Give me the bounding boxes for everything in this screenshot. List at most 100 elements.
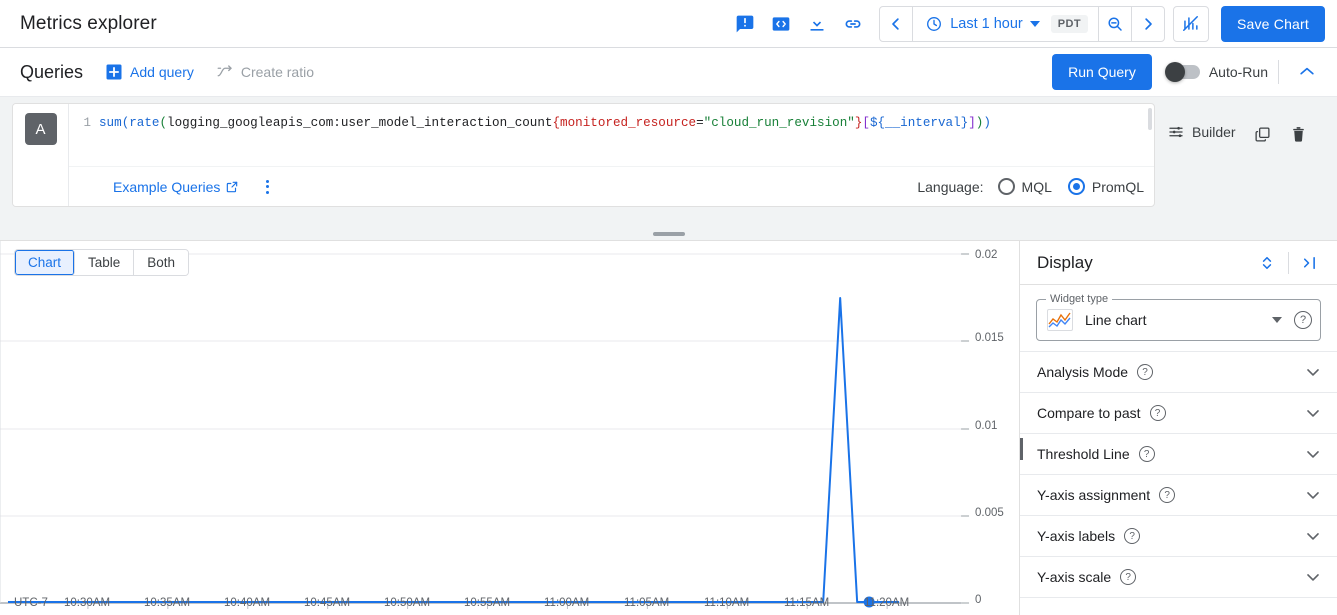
tune-icon <box>1167 123 1185 141</box>
add-query-button[interactable]: Add query <box>105 63 194 81</box>
token-label-value: "cloud_run_revision" <box>704 116 855 130</box>
compare-to-past-chevron-down-icon[interactable] <box>1303 403 1323 423</box>
builder-button[interactable]: Builder <box>1161 119 1242 145</box>
link-icon[interactable] <box>835 6 871 42</box>
code-scrollbar[interactable] <box>1148 108 1152 130</box>
zoom-out-button[interactable] <box>1099 7 1131 41</box>
tab-chart[interactable]: Chart <box>15 250 75 275</box>
add-query-label: Add query <box>130 64 194 80</box>
auto-run-control[interactable]: Auto-Run <box>1166 64 1268 80</box>
line-chart-thumbnail-icon <box>1047 309 1073 331</box>
time-range-control: Last 1 hour PDT <box>879 6 1165 42</box>
display-sections-bottom-border <box>1020 597 1337 598</box>
feedback-icon[interactable] <box>727 6 763 42</box>
compare-to-past-help-icon[interactable]: ? <box>1150 405 1166 421</box>
auto-run-toggle[interactable] <box>1166 65 1200 79</box>
language-option-mql[interactable]: MQL <box>998 178 1052 195</box>
chart-svg[interactable] <box>0 241 1019 615</box>
queries-toolbar: Queries Add query Create ratio Run Query… <box>0 48 1337 97</box>
token-paren-2: ( <box>159 116 167 130</box>
promql-expression[interactable]: sum(rate(logging_googleapis_com:user_mod… <box>99 114 1154 166</box>
section-compare-to-past[interactable]: Compare to past ? <box>1020 392 1337 433</box>
time-range-label: Last 1 hour <box>950 16 1023 32</box>
language-selector: Language: MQL PromQL <box>917 178 1144 195</box>
token-sum: sum <box>99 116 122 130</box>
create-ratio-button[interactable]: Create ratio <box>216 63 314 81</box>
section-y-axis-assignment-label: Y-axis assignment <box>1037 487 1150 503</box>
kebab-dot-2 <box>266 185 269 188</box>
query-more-options-icon[interactable] <box>253 173 281 201</box>
token-rate: rate <box>129 116 159 130</box>
plus-square-icon <box>105 63 123 81</box>
tab-both[interactable]: Both <box>134 250 188 275</box>
code-icon[interactable] <box>763 6 799 42</box>
chevron-down-icon <box>1030 21 1040 27</box>
token-equals: = <box>696 116 704 130</box>
y-axis-labels-chevron-down-icon[interactable] <box>1303 526 1323 546</box>
section-threshold-line[interactable]: Threshold Line ? <box>1020 433 1337 474</box>
tab-table[interactable]: Table <box>75 250 134 275</box>
widget-type-help-icon[interactable]: ? <box>1294 311 1312 329</box>
section-y-axis-scale[interactable]: Y-axis scale ? <box>1020 556 1337 597</box>
y-axis-scale-help-icon[interactable]: ? <box>1120 569 1136 585</box>
token-bracket-open: [ <box>862 116 870 130</box>
y-axis-assignment-help-icon[interactable]: ? <box>1159 487 1175 503</box>
example-queries-link[interactable]: Example Queries <box>113 179 239 195</box>
threshold-line-chevron-down-icon[interactable] <box>1303 444 1323 464</box>
example-queries-label: Example Queries <box>113 179 220 195</box>
display-sections: Analysis Mode ? Compare to past ? Thresh… <box>1020 351 1337 598</box>
chart-data-point[interactable] <box>864 597 875 608</box>
toolbar-divider <box>1278 60 1279 84</box>
widget-type-chevron-down-icon[interactable] <box>1272 317 1282 323</box>
token-metric-name: logging_googleapis_com:user_model_intera… <box>167 116 552 130</box>
chart-pane: Chart Table Both <box>0 241 1020 615</box>
y-axis-scale-chevron-down-icon[interactable] <box>1303 567 1323 587</box>
display-panel: Display Widget type Line chart <box>1020 241 1337 615</box>
duplicate-query-icon[interactable] <box>1248 119 1278 149</box>
time-previous-button[interactable] <box>880 7 912 41</box>
widget-type-select[interactable]: Widget type Line chart ? <box>1036 299 1321 341</box>
y-axis-assignment-chevron-down-icon[interactable] <box>1303 485 1323 505</box>
analysis-mode-help-icon[interactable]: ? <box>1137 364 1153 380</box>
query-editor-main: 1 sum(rate(logging_googleapis_com:user_m… <box>69 104 1154 206</box>
section-analysis-mode[interactable]: Analysis Mode ? <box>1020 351 1337 392</box>
hide-legend-icon[interactable] <box>1173 6 1209 42</box>
line-number: 1 <box>69 114 99 166</box>
line-chart[interactable] <box>0 241 1019 615</box>
delete-query-icon[interactable] <box>1284 119 1314 149</box>
kebab-dot-3 <box>266 191 269 194</box>
view-mode-tabs: Chart Table Both <box>14 249 189 276</box>
section-y-axis-assignment[interactable]: Y-axis assignment ? <box>1020 474 1337 515</box>
y-axis-labels-help-icon[interactable]: ? <box>1124 528 1140 544</box>
section-threshold-line-label: Threshold Line <box>1037 446 1130 462</box>
section-analysis-mode-label: Analysis Mode <box>1037 364 1128 380</box>
collapse-queries-icon[interactable] <box>1289 54 1325 90</box>
time-range-dropdown[interactable]: Last 1 hour PDT <box>913 7 1098 41</box>
radio-mql[interactable] <box>998 178 1015 195</box>
query-editor-region: A 1 sum(rate(logging_googleapis_com:user… <box>0 97 1337 227</box>
language-option-promql[interactable]: PromQL <box>1068 178 1144 195</box>
query-letter-badge: A <box>25 113 57 145</box>
panel-resize-handle[interactable] <box>0 227 1337 241</box>
threshold-line-help-icon[interactable]: ? <box>1139 446 1155 462</box>
app-header: Metrics explorer Last 1 hour PDT <box>0 0 1337 48</box>
language-label: Language: <box>917 179 983 195</box>
display-header: Display <box>1020 241 1337 285</box>
time-next-button[interactable] <box>1132 7 1164 41</box>
radio-promql[interactable] <box>1068 178 1085 195</box>
collapse-panel-icon[interactable] <box>1295 248 1325 278</box>
run-query-button[interactable]: Run Query <box>1052 54 1152 90</box>
download-icon[interactable] <box>799 6 835 42</box>
auto-run-label: Auto-Run <box>1209 64 1268 80</box>
save-chart-button[interactable]: Save Chart <box>1221 6 1325 42</box>
section-y-axis-labels-label: Y-axis labels <box>1037 528 1115 544</box>
query-editor-card: A 1 sum(rate(logging_googleapis_com:user… <box>12 103 1155 207</box>
analysis-mode-chevron-down-icon[interactable] <box>1303 362 1323 382</box>
expand-collapse-all-icon[interactable] <box>1252 248 1282 278</box>
display-header-divider <box>1288 252 1289 274</box>
section-y-axis-labels[interactable]: Y-axis labels ? <box>1020 515 1337 556</box>
code-area[interactable]: 1 sum(rate(logging_googleapis_com:user_m… <box>69 104 1154 166</box>
section-compare-to-past-label: Compare to past <box>1037 405 1141 421</box>
ratio-icon <box>216 63 234 81</box>
timezone-chip: PDT <box>1051 15 1088 33</box>
